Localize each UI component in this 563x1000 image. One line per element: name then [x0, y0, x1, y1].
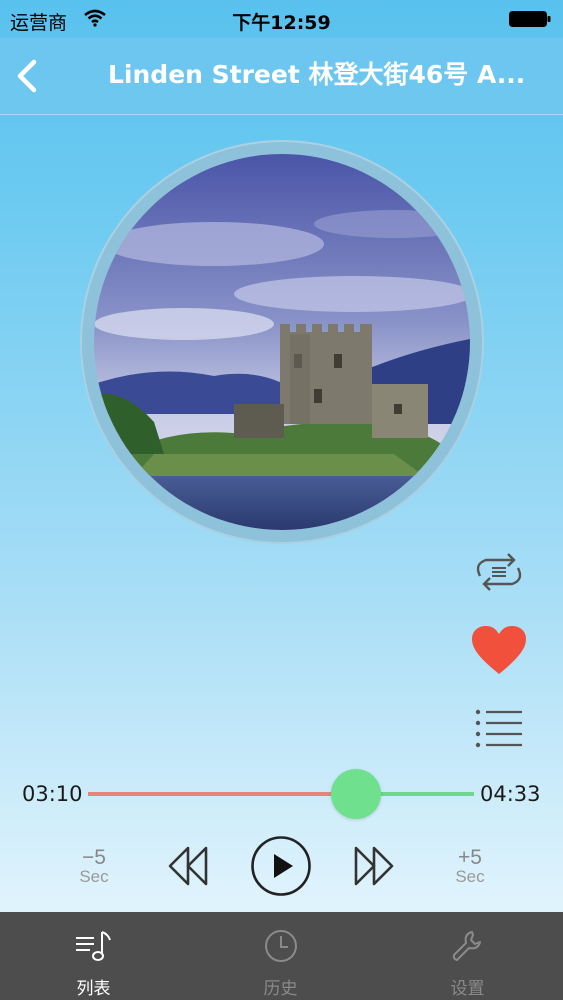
progress-thumb[interactable] — [331, 769, 382, 819]
current-time-label: 03:10 — [22, 782, 83, 806]
total-time-label: 04:33 — [480, 782, 541, 806]
status-bar: 运营商 下午12:59 — [0, 0, 563, 38]
tab-label-settings: 设置 — [450, 979, 485, 999]
seek-back-5-button[interactable]: −5 Sec — [64, 846, 124, 886]
tab-label-list: 列表 — [76, 979, 111, 999]
tab-history[interactable]: 历史 — [187, 912, 374, 1000]
tab-label-history: 历史 — [263, 979, 298, 999]
status-time: 下午12:59 — [232, 12, 331, 34]
track-title: Linden Street 林登大街46号 A... — [108, 60, 526, 89]
favorite-heart-icon[interactable] — [472, 626, 526, 676]
repeat-mode-icon[interactable] — [470, 550, 528, 594]
playlist-icon[interactable] — [474, 708, 524, 750]
album-cover-image — [94, 154, 470, 530]
wrench-icon — [452, 931, 481, 961]
fast-forward-icon[interactable] — [352, 844, 396, 888]
seek-forward-unit: Sec — [455, 867, 485, 886]
tab-bar: 列表 历史 设置 — [0, 912, 563, 1000]
tab-settings[interactable]: 设置 — [374, 912, 561, 1000]
battery-icon — [509, 11, 551, 27]
play-button[interactable] — [250, 835, 312, 897]
seek-back-amount: −5 — [82, 846, 106, 869]
navigation-bar: Linden Street 林登大街46号 A... — [0, 38, 563, 115]
back-chevron-icon[interactable] — [12, 56, 42, 96]
progress-slider[interactable] — [88, 769, 474, 819]
seek-forward-5-button[interactable]: +5 Sec — [440, 846, 500, 886]
progress-played-fill — [88, 792, 357, 796]
clock-icon — [265, 930, 297, 962]
tab-list[interactable]: 列表 — [0, 912, 187, 1000]
player-screen: 运营商 下午12:59 Linden Street 林登大街46号 A... 0… — [0, 0, 563, 1000]
seek-back-unit: Sec — [79, 867, 109, 886]
rewind-icon[interactable] — [166, 844, 210, 888]
music-list-icon — [76, 931, 111, 961]
seek-forward-amount: +5 — [458, 846, 482, 869]
